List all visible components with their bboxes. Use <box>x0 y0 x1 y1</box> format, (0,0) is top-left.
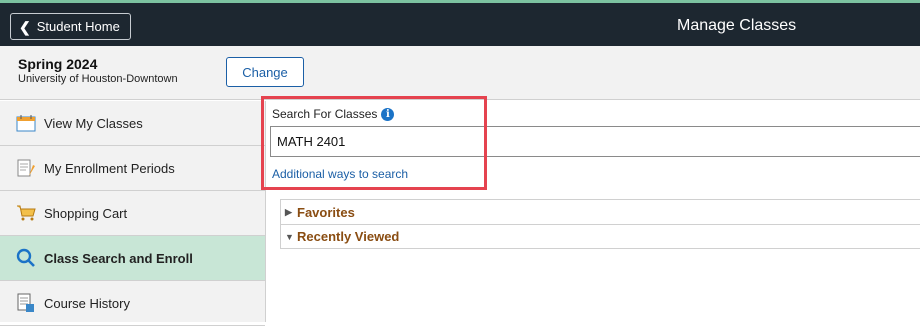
sidebar-item-label: View My Classes <box>44 115 143 131</box>
chevron-left-icon: ❮ <box>19 18 31 35</box>
student-home-button[interactable]: ❮ Student Home <box>10 13 131 40</box>
favorites-label: Favorites <box>297 204 355 220</box>
search-input-field[interactable] <box>277 127 920 156</box>
search-label-text: Search For Classes <box>272 107 378 121</box>
sidebar-item-enrollment-periods[interactable]: My Enrollment Periods <box>0 146 265 191</box>
page-title: Manage Classes <box>677 17 797 34</box>
sidebar-item-label: Shopping Cart <box>44 205 128 221</box>
search-icon <box>16 248 36 268</box>
sidebar-item-label: Class Search and Enroll <box>44 250 193 266</box>
search-input[interactable] <box>270 126 920 157</box>
sidebar-item-course-history[interactable]: Course History <box>0 281 265 326</box>
sidebar-item-class-search-and-enroll[interactable]: Class Search and Enroll <box>0 236 265 281</box>
term-name: Spring 2024 <box>18 56 98 72</box>
info-icon[interactable]: i <box>381 107 395 121</box>
top-header: ❮ Student Home Manage Classes <box>0 0 920 46</box>
sidebar: View My Classes My Enrollment Periods Sh… <box>0 101 266 326</box>
calendar-icon <box>16 113 36 133</box>
change-term-button[interactable]: Change <box>226 57 304 87</box>
accordion: ▶ Favorites ▼ Recently Viewed <box>280 199 920 249</box>
recently-viewed-label: Recently Viewed <box>297 229 400 244</box>
sidebar-item-label: My Enrollment Periods <box>44 160 175 176</box>
sidebar-item-shopping-cart[interactable]: Shopping Cart <box>0 191 265 236</box>
enrollment-periods-icon <box>16 158 36 178</box>
favorites-accordion[interactable]: ▶ Favorites <box>281 200 920 224</box>
course-history-icon <box>16 293 36 313</box>
institution-name: University of Houston-Downtown <box>18 73 178 85</box>
caret-right-icon: ▶ <box>285 206 292 217</box>
caret-down-icon: ▼ <box>285 231 294 242</box>
recently-viewed-accordion[interactable]: ▼ Recently Viewed <box>281 224 920 248</box>
sidebar-item-label: Course History <box>44 295 130 311</box>
additional-ways-to-search-link[interactable]: Additional ways to search <box>272 167 408 181</box>
student-home-label: Student Home <box>36 19 120 34</box>
term-bar: Spring 2024 University of Houston-Downto… <box>0 46 920 100</box>
sidebar-item-view-my-classes[interactable]: View My Classes <box>0 101 265 146</box>
search-for-classes-label: Search For Classes i <box>272 107 395 121</box>
shopping-cart-icon <box>16 203 36 223</box>
